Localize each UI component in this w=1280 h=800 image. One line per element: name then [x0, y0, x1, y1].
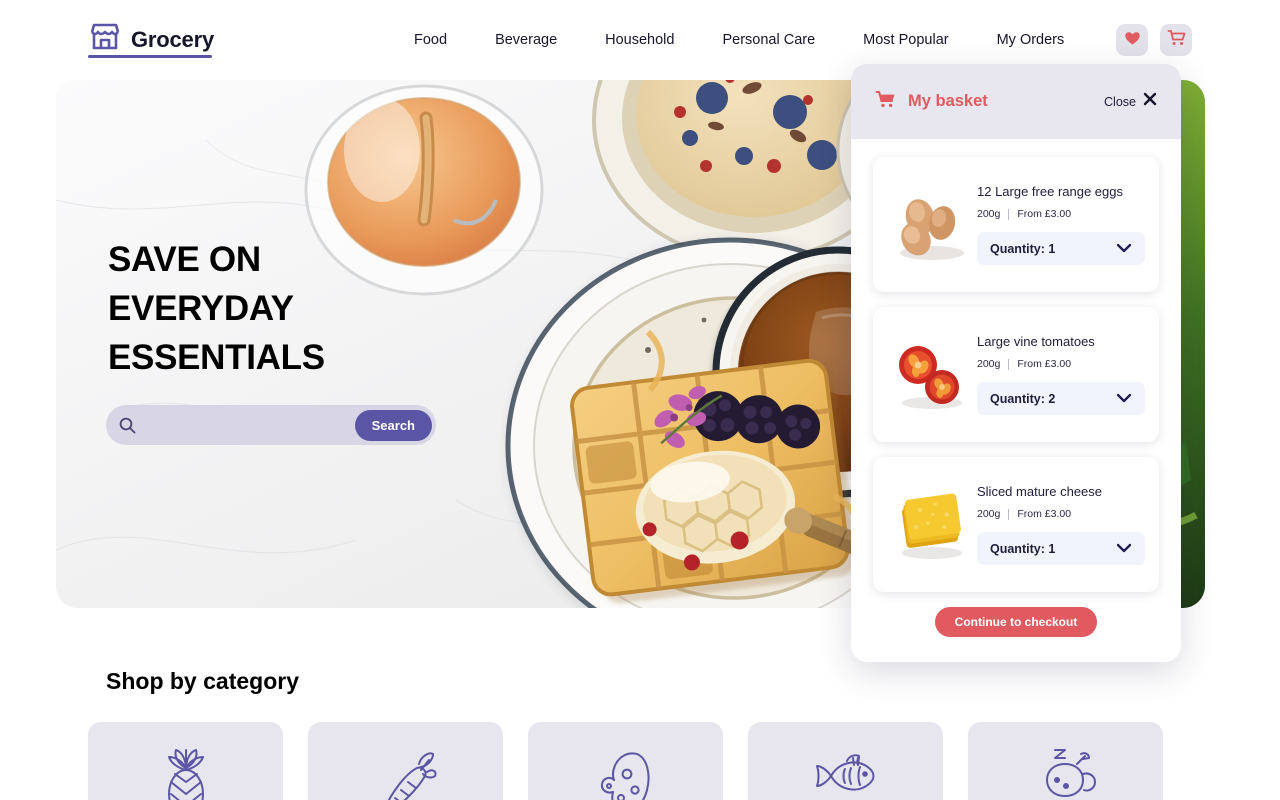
page-root: Grocery Food Beverage Household Personal…	[0, 0, 1280, 800]
category-card-fish[interactable]	[748, 722, 943, 800]
nav-item-my-orders[interactable]: My Orders	[973, 32, 1089, 48]
store-icon	[88, 22, 122, 57]
category-card-pineapple[interactable]	[88, 722, 283, 800]
basket-panel: My basket Close 12 Large free range eggs…	[851, 64, 1181, 662]
wishlist-button[interactable]	[1116, 24, 1148, 56]
checkout-area: Continue to checkout	[873, 607, 1159, 637]
fish-icon	[813, 746, 879, 800]
meta-divider	[1008, 208, 1010, 220]
basket-item-price: From £3.00	[1017, 208, 1072, 220]
cart-button[interactable]	[1160, 24, 1192, 56]
category-card-vegetables[interactable]	[308, 722, 503, 800]
shop-by-category-title: Shop by category	[106, 668, 299, 694]
search-input[interactable]	[148, 405, 355, 445]
basket-item-meta: 200g From £3.00	[977, 208, 1145, 220]
cart-icon	[875, 90, 896, 114]
basket-item-info: Sliced mature cheese 200g From £3.00 Qua…	[973, 484, 1145, 565]
hero-copy: SAVE ON EVERYDAY ESSENTIALS	[108, 235, 325, 382]
close-icon	[1143, 92, 1157, 111]
quantity-label: Quantity: 1	[990, 241, 1056, 256]
header-actions	[1116, 24, 1192, 56]
hero-title-line3: ESSENTIALS	[108, 338, 325, 377]
basket-item-meta: 200g From £3.00	[977, 358, 1145, 370]
hero-title-line2: EVERYDAY	[108, 289, 294, 328]
carrot-icon	[375, 746, 437, 800]
basket-item-info: Large vine tomatoes 200g From £3.00 Quan…	[973, 334, 1145, 415]
basket-item-price: From £3.00	[1017, 508, 1072, 520]
search-button[interactable]: Search	[354, 409, 432, 441]
nav-item-food[interactable]: Food	[390, 32, 471, 48]
nav-item-beverage[interactable]: Beverage	[471, 32, 581, 48]
quantity-select[interactable]: Quantity: 2	[977, 382, 1145, 415]
eggs-image	[887, 175, 973, 275]
nav-item-most-popular[interactable]: Most Popular	[839, 32, 972, 48]
basket-item-name: Sliced mature cheese	[977, 484, 1103, 499]
basket-item[interactable]: Sliced mature cheese 200g From £3.00 Qua…	[873, 457, 1159, 592]
chevron-down-icon	[1116, 240, 1132, 258]
category-card-beverage[interactable]	[968, 722, 1163, 800]
hero-title-line1: SAVE ON	[108, 240, 261, 279]
basket-item-name: Large vine tomatoes	[977, 334, 1095, 349]
brand-name: Grocery	[131, 26, 214, 52]
nav-item-household[interactable]: Household	[581, 32, 698, 48]
basket-header: My basket Close	[851, 64, 1181, 139]
basket-item-weight: 200g	[977, 508, 1001, 520]
category-grid	[88, 722, 1192, 800]
heart-icon	[1124, 30, 1141, 51]
quantity-label: Quantity: 1	[990, 541, 1056, 556]
continue-to-checkout-button[interactable]: Continue to checkout	[934, 607, 1098, 637]
basket-title: My basket	[908, 92, 988, 110]
nav-item-personal-care[interactable]: Personal Care	[698, 32, 839, 48]
cheese-image	[887, 475, 973, 575]
basket-item-price: From £3.00	[1017, 358, 1072, 370]
basket-item[interactable]: Large vine tomatoes 200g From £3.00 Quan…	[873, 307, 1159, 442]
basket-item-weight: 200g	[977, 208, 1001, 220]
meat-icon	[597, 746, 655, 800]
category-card-meat[interactable]	[528, 722, 723, 800]
basket-item-name: 12 Large free range eggs	[977, 184, 1123, 199]
hero-search-bar: Search	[106, 405, 436, 445]
brand-underline	[88, 55, 212, 58]
quantity-label: Quantity: 2	[990, 391, 1056, 406]
tomatoes-image	[887, 325, 973, 425]
basket-item-weight: 200g	[977, 358, 1001, 370]
basket-close-label: Close	[1104, 94, 1136, 109]
meta-divider	[1008, 508, 1010, 520]
meta-divider	[1008, 358, 1010, 370]
basket-items-list: 12 Large free range eggs 200g From £3.00…	[851, 139, 1181, 637]
quantity-select[interactable]: Quantity: 1	[977, 532, 1145, 565]
basket-item[interactable]: 12 Large free range eggs 200g From £3.00…	[873, 157, 1159, 292]
brand-logo[interactable]: Grocery	[88, 22, 214, 57]
pineapple-icon	[158, 746, 214, 800]
chevron-down-icon	[1116, 540, 1132, 558]
basket-item-meta: 200g From £3.00	[977, 508, 1145, 520]
chevron-down-icon	[1116, 390, 1132, 408]
basket-close-button[interactable]: Close	[1104, 92, 1157, 111]
basket-item-info: 12 Large free range eggs 200g From £3.00…	[973, 184, 1145, 265]
quantity-select[interactable]: Quantity: 1	[977, 232, 1145, 265]
kettle-icon	[1033, 746, 1099, 800]
search-icon	[106, 417, 148, 434]
cart-icon	[1167, 29, 1186, 52]
